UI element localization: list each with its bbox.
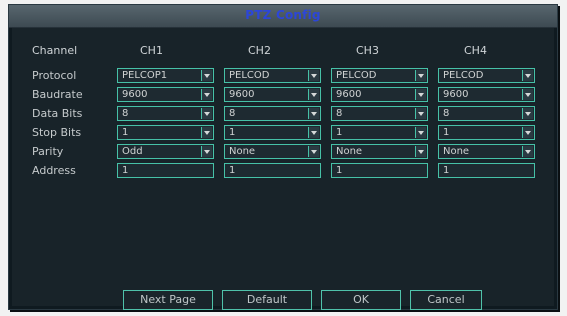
cancel-button[interactable]: Cancel	[410, 290, 482, 310]
chevron-down-icon[interactable]	[415, 127, 426, 138]
ch4-stop-bits-select[interactable]: 1	[438, 125, 535, 140]
ch2-data-bits-select[interactable]: 8	[224, 106, 321, 121]
chevron-down-icon[interactable]	[415, 146, 426, 157]
ch4-data-bits-select[interactable]: 8	[438, 106, 535, 121]
default-button[interactable]: Default	[222, 290, 312, 310]
ch3-data-bits-select[interactable]: 8	[331, 106, 428, 121]
ok-button[interactable]: OK	[321, 290, 401, 310]
ch4-protocol-select[interactable]: PELCOD	[438, 68, 535, 83]
ch3-address-input[interactable]: 1	[331, 163, 428, 178]
ch1-stop-bits-value: 1	[122, 127, 129, 138]
chevron-down-icon[interactable]	[308, 127, 319, 138]
chevron-down-icon[interactable]	[522, 127, 533, 138]
ch4-baudrate-select[interactable]: 9600	[438, 87, 535, 102]
chevron-down-icon[interactable]	[308, 108, 319, 119]
ch2-protocol-value: PELCOD	[229, 70, 270, 81]
chevron-down-icon[interactable]	[201, 146, 212, 157]
address-label: Address	[32, 164, 76, 177]
ch4-protocol-value: PELCOD	[443, 70, 484, 81]
ch3-protocol-select[interactable]: PELCOD	[331, 68, 428, 83]
ch4-parity-value: None	[443, 146, 470, 157]
ch1-parity-value: Odd	[122, 146, 143, 157]
chevron-down-icon[interactable]	[308, 70, 319, 81]
ch2-parity-select[interactable]: None	[224, 144, 321, 159]
ch4-stop-bits-value: 1	[443, 127, 450, 138]
ch3-baudrate-select[interactable]: 9600	[331, 87, 428, 102]
ch1-data-bits-select[interactable]: 8	[117, 106, 214, 121]
chevron-down-icon[interactable]	[201, 70, 212, 81]
ch4-address-input[interactable]: 1	[438, 163, 535, 178]
ch4-address-value: 1	[443, 165, 450, 176]
window-title: PTZ Config	[245, 8, 321, 22]
ch2-data-bits-value: 8	[229, 108, 236, 119]
ch3-address-value: 1	[336, 165, 343, 176]
chevron-down-icon[interactable]	[308, 89, 319, 100]
ch1-parity-select[interactable]: Odd	[117, 144, 214, 159]
chevron-down-icon[interactable]	[415, 70, 426, 81]
ch3-parity-select[interactable]: None	[331, 144, 428, 159]
chevron-down-icon[interactable]	[522, 70, 533, 81]
chevron-down-icon[interactable]	[201, 89, 212, 100]
stop-bits-label: Stop Bits	[32, 126, 82, 139]
chevron-down-icon[interactable]	[522, 108, 533, 119]
ch3-protocol-value: PELCOD	[336, 70, 377, 81]
title-bar: PTZ Config	[9, 5, 557, 28]
baudrate-label: Baudrate	[32, 88, 83, 101]
ch4-header: CH4	[464, 44, 487, 57]
channel-label: Channel	[32, 44, 78, 57]
chevron-down-icon[interactable]	[415, 108, 426, 119]
ch4-baudrate-value: 9600	[443, 89, 469, 100]
ch1-stop-bits-select[interactable]: 1	[117, 125, 214, 140]
ch2-address-input[interactable]: 1	[224, 163, 321, 178]
data-bits-label: Data Bits	[32, 107, 83, 120]
ch2-baudrate-value: 9600	[229, 89, 255, 100]
chevron-down-icon[interactable]	[522, 89, 533, 100]
ch3-baudrate-value: 9600	[336, 89, 362, 100]
config-panel: Channel CH1 CH2 CH3 CH4 Protocol Baudrat…	[12, 28, 554, 310]
ch2-header: CH2	[248, 44, 271, 57]
ch1-header: CH1	[140, 44, 163, 57]
parity-label: Parity	[32, 145, 64, 158]
ch3-stop-bits-value: 1	[336, 127, 343, 138]
ch2-protocol-select[interactable]: PELCOD	[224, 68, 321, 83]
ch4-data-bits-value: 8	[443, 108, 450, 119]
ch4-parity-select[interactable]: None	[438, 144, 535, 159]
ch2-stop-bits-value: 1	[229, 127, 236, 138]
chevron-down-icon[interactable]	[522, 146, 533, 157]
chevron-down-icon[interactable]	[201, 108, 212, 119]
ch2-parity-value: None	[229, 146, 256, 157]
chevron-down-icon[interactable]	[308, 146, 319, 157]
ch2-address-value: 1	[229, 165, 236, 176]
ch1-address-input[interactable]: 1	[117, 163, 214, 178]
chevron-down-icon[interactable]	[415, 89, 426, 100]
ch3-stop-bits-select[interactable]: 1	[331, 125, 428, 140]
ch1-protocol-select[interactable]: PELCOP1	[117, 68, 214, 83]
ptz-config-window: PTZ Config Channel CH1 CH2 CH3 CH4 Proto…	[8, 4, 558, 310]
ch1-data-bits-value: 8	[122, 108, 129, 119]
ch1-baudrate-select[interactable]: 9600	[117, 87, 214, 102]
ch2-stop-bits-select[interactable]: 1	[224, 125, 321, 140]
ch2-baudrate-select[interactable]: 9600	[224, 87, 321, 102]
ch1-protocol-value: PELCOP1	[122, 70, 168, 81]
next-page-button[interactable]: Next Page	[123, 290, 213, 310]
ch1-address-value: 1	[122, 165, 129, 176]
ch3-header: CH3	[356, 44, 379, 57]
protocol-label: Protocol	[32, 69, 77, 82]
ch3-data-bits-value: 8	[336, 108, 343, 119]
chevron-down-icon[interactable]	[201, 127, 212, 138]
ch1-baudrate-value: 9600	[122, 89, 148, 100]
ch3-parity-value: None	[336, 146, 363, 157]
